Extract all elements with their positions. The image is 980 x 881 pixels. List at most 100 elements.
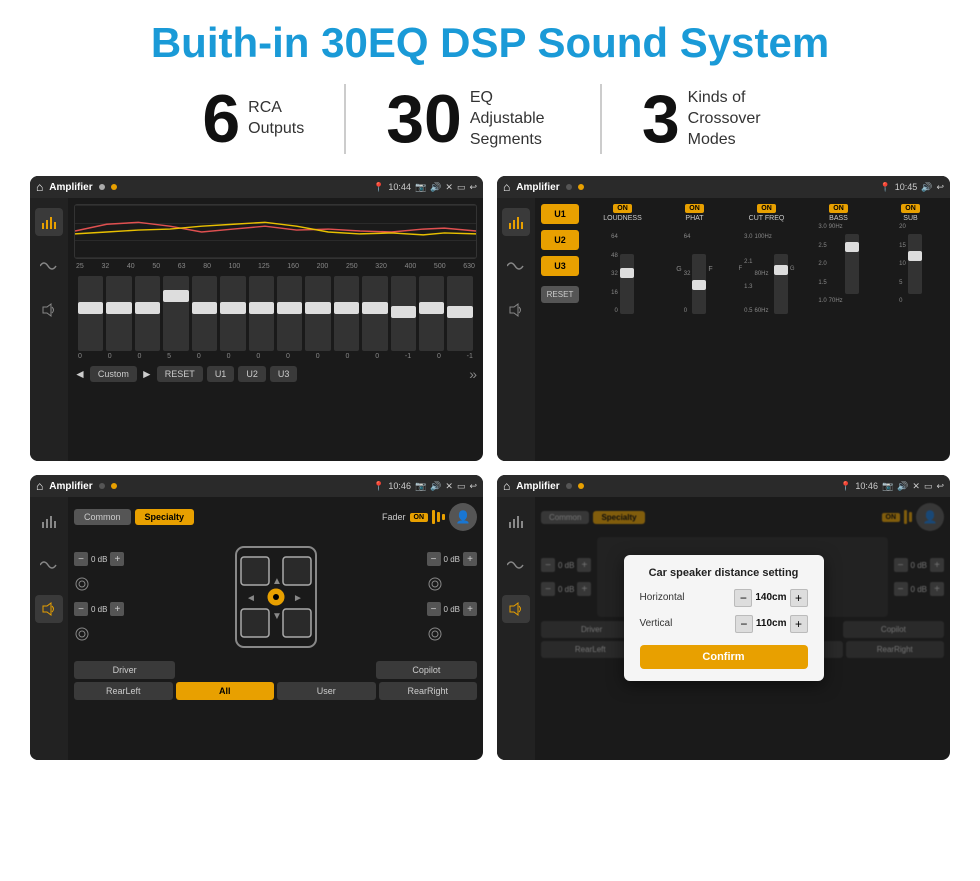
- fader-main: Common Specialty Fader ON 👤: [68, 497, 483, 760]
- vertical-plus-btn[interactable]: +: [790, 615, 808, 633]
- fader-sidebar-wave-icon[interactable]: [35, 551, 63, 579]
- amp-screen-card: ⌂ Amplifier 📍 10:45 🔊 ↩: [497, 176, 950, 461]
- amp-u2-btn[interactable]: U2: [541, 230, 579, 250]
- amp-sidebar-speaker-icon[interactable]: [502, 296, 530, 324]
- eq-next-btn[interactable]: ►: [141, 367, 153, 381]
- user-btn[interactable]: User: [277, 682, 376, 700]
- eq-u1-btn[interactable]: U1: [207, 366, 235, 382]
- topbar-icons-eq: 📍 10:44 📷 🔊 ✕ ▭ ↩: [373, 182, 477, 193]
- rearleft-btn[interactable]: RearLeft: [74, 682, 173, 700]
- stat-number-eq: 30: [386, 85, 462, 153]
- eq-reset-btn[interactable]: RESET: [157, 366, 203, 382]
- eq-custom-btn[interactable]: Custom: [90, 366, 137, 382]
- eq-expand-icon[interactable]: »: [469, 366, 477, 382]
- amp-back-icon[interactable]: ↩: [936, 182, 944, 193]
- fader-sidebar-eq-icon[interactable]: [35, 507, 63, 535]
- amp-channels: ON LOUDNESS 644832160 ON: [589, 204, 944, 455]
- rearright-btn[interactable]: RearRight: [379, 682, 478, 700]
- fl-plus-btn[interactable]: +: [110, 552, 124, 566]
- right-col: − 0 dB + −: [427, 552, 477, 642]
- eq-slider-1[interactable]: [78, 276, 103, 351]
- phat-on-badge: ON: [685, 204, 704, 213]
- db-control-rl: − 0 dB +: [74, 602, 124, 616]
- horizontal-stepper: − 140cm +: [734, 589, 807, 607]
- tab-specialty-btn[interactable]: Specialty: [135, 509, 195, 525]
- confirm-btn[interactable]: Confirm: [640, 645, 808, 669]
- stat-crossover: 3 Kinds ofCrossover Modes: [602, 85, 818, 153]
- amp-home-icon[interactable]: ⌂: [503, 180, 510, 194]
- amp-sidebar-eq-icon[interactable]: [502, 208, 530, 236]
- fr-minus-btn[interactable]: −: [427, 552, 441, 566]
- bass-slider[interactable]: [845, 234, 859, 294]
- svg-text:▲: ▲: [272, 576, 282, 587]
- eq-slider-9[interactable]: [305, 276, 330, 351]
- vertical-stepper: − 110cm +: [735, 615, 808, 633]
- stat-label-eq: EQ AdjustableSegments: [470, 88, 560, 150]
- rr-plus-btn[interactable]: +: [463, 602, 477, 616]
- fader-sidebar: [30, 497, 68, 760]
- amp-u3-btn[interactable]: U3: [541, 256, 579, 276]
- loudness-sliders: 644832160: [611, 224, 634, 314]
- back-icon[interactable]: ↩: [469, 182, 477, 193]
- phat-slider-g[interactable]: [692, 254, 706, 314]
- eq-slider-3[interactable]: [135, 276, 160, 351]
- loudness-on-badge: ON: [613, 204, 632, 213]
- eq-dot2: [111, 184, 117, 190]
- horizontal-minus-btn[interactable]: −: [734, 589, 752, 607]
- eq-u2-btn[interactable]: U2: [238, 366, 266, 382]
- eq-slider-2[interactable]: [106, 276, 131, 351]
- eq-slider-6[interactable]: [220, 276, 245, 351]
- eq-slider-8[interactable]: [277, 276, 302, 351]
- eq-slider-10[interactable]: [334, 276, 359, 351]
- eq-sidebar-eq-icon[interactable]: [35, 208, 63, 236]
- eq-slider-5[interactable]: [192, 276, 217, 351]
- fader-pin-icon: 📍: [373, 481, 384, 492]
- all-btn[interactable]: All: [176, 682, 275, 700]
- vertical-minus-btn[interactable]: −: [735, 615, 753, 633]
- rr-minus-btn[interactable]: −: [427, 602, 441, 616]
- eq-slider-11[interactable]: [362, 276, 387, 351]
- amp-reset-btn[interactable]: RESET: [541, 286, 579, 303]
- stat-label-rca: RCAOutputs: [248, 98, 304, 140]
- amp-dot1: [566, 184, 572, 190]
- fader-back-icon[interactable]: ↩: [469, 481, 477, 492]
- left-col: − 0 dB + −: [74, 552, 124, 642]
- distance-dialog: Car speaker distance setting Horizontal …: [624, 555, 824, 681]
- tab-common-btn[interactable]: Common: [74, 509, 131, 525]
- amp-sidebar-wave-icon[interactable]: [502, 252, 530, 280]
- cutfreq-slider[interactable]: [774, 254, 788, 314]
- driver-btn[interactable]: Driver: [74, 661, 175, 679]
- fr-plus-btn[interactable]: +: [463, 552, 477, 566]
- rl-plus-btn[interactable]: +: [110, 602, 124, 616]
- fader-bar-3: [442, 514, 445, 520]
- eq-slider-14[interactable]: [447, 276, 472, 351]
- stats-row: 6 RCAOutputs 30 EQ AdjustableSegments 3 …: [30, 84, 950, 154]
- fader-sidebar-speaker-icon[interactable]: [35, 595, 63, 623]
- sub-slider[interactable]: [908, 234, 922, 294]
- eq-sidebar-wave-icon[interactable]: [35, 252, 63, 280]
- amp-u1-btn[interactable]: U1: [541, 204, 579, 224]
- eq-slider-12[interactable]: [391, 276, 416, 351]
- fader-dot2: [111, 483, 117, 489]
- horizontal-plus-btn[interactable]: +: [790, 589, 808, 607]
- loudness-slider[interactable]: [620, 254, 634, 314]
- amp-dot2: [578, 184, 584, 190]
- eq-slider-4[interactable]: [163, 276, 188, 351]
- fader-home-icon[interactable]: ⌂: [36, 479, 43, 493]
- stat-rca: 6 RCAOutputs: [162, 85, 344, 153]
- cutfreq-sliders: 3.02.11.30.5 100Hz80Hz60Hz: [744, 224, 788, 314]
- eq-prev-btn[interactable]: ◄: [74, 367, 86, 381]
- eq-sidebar-speaker-icon[interactable]: [35, 296, 63, 324]
- eq-u3-btn[interactable]: U3: [270, 366, 298, 382]
- rl-minus-btn[interactable]: −: [74, 602, 88, 616]
- copilot-btn[interactable]: Copilot: [376, 661, 477, 679]
- amp-phat-channel: ON PHAT G 64320 F: [661, 204, 728, 455]
- amp-cutfreq-channel: ON CUT FREQ F 3.02.11.30.5 100Hz80Hz60Hz: [733, 204, 800, 455]
- eq-slider-7[interactable]: [249, 276, 274, 351]
- eq-slider-13[interactable]: [419, 276, 444, 351]
- fl-minus-btn[interactable]: −: [74, 552, 88, 566]
- fader-window-icon: ▭: [457, 481, 466, 492]
- home-icon[interactable]: ⌂: [36, 180, 43, 194]
- phat-label: PHAT: [685, 215, 703, 222]
- fader-bar-2: [437, 512, 440, 522]
